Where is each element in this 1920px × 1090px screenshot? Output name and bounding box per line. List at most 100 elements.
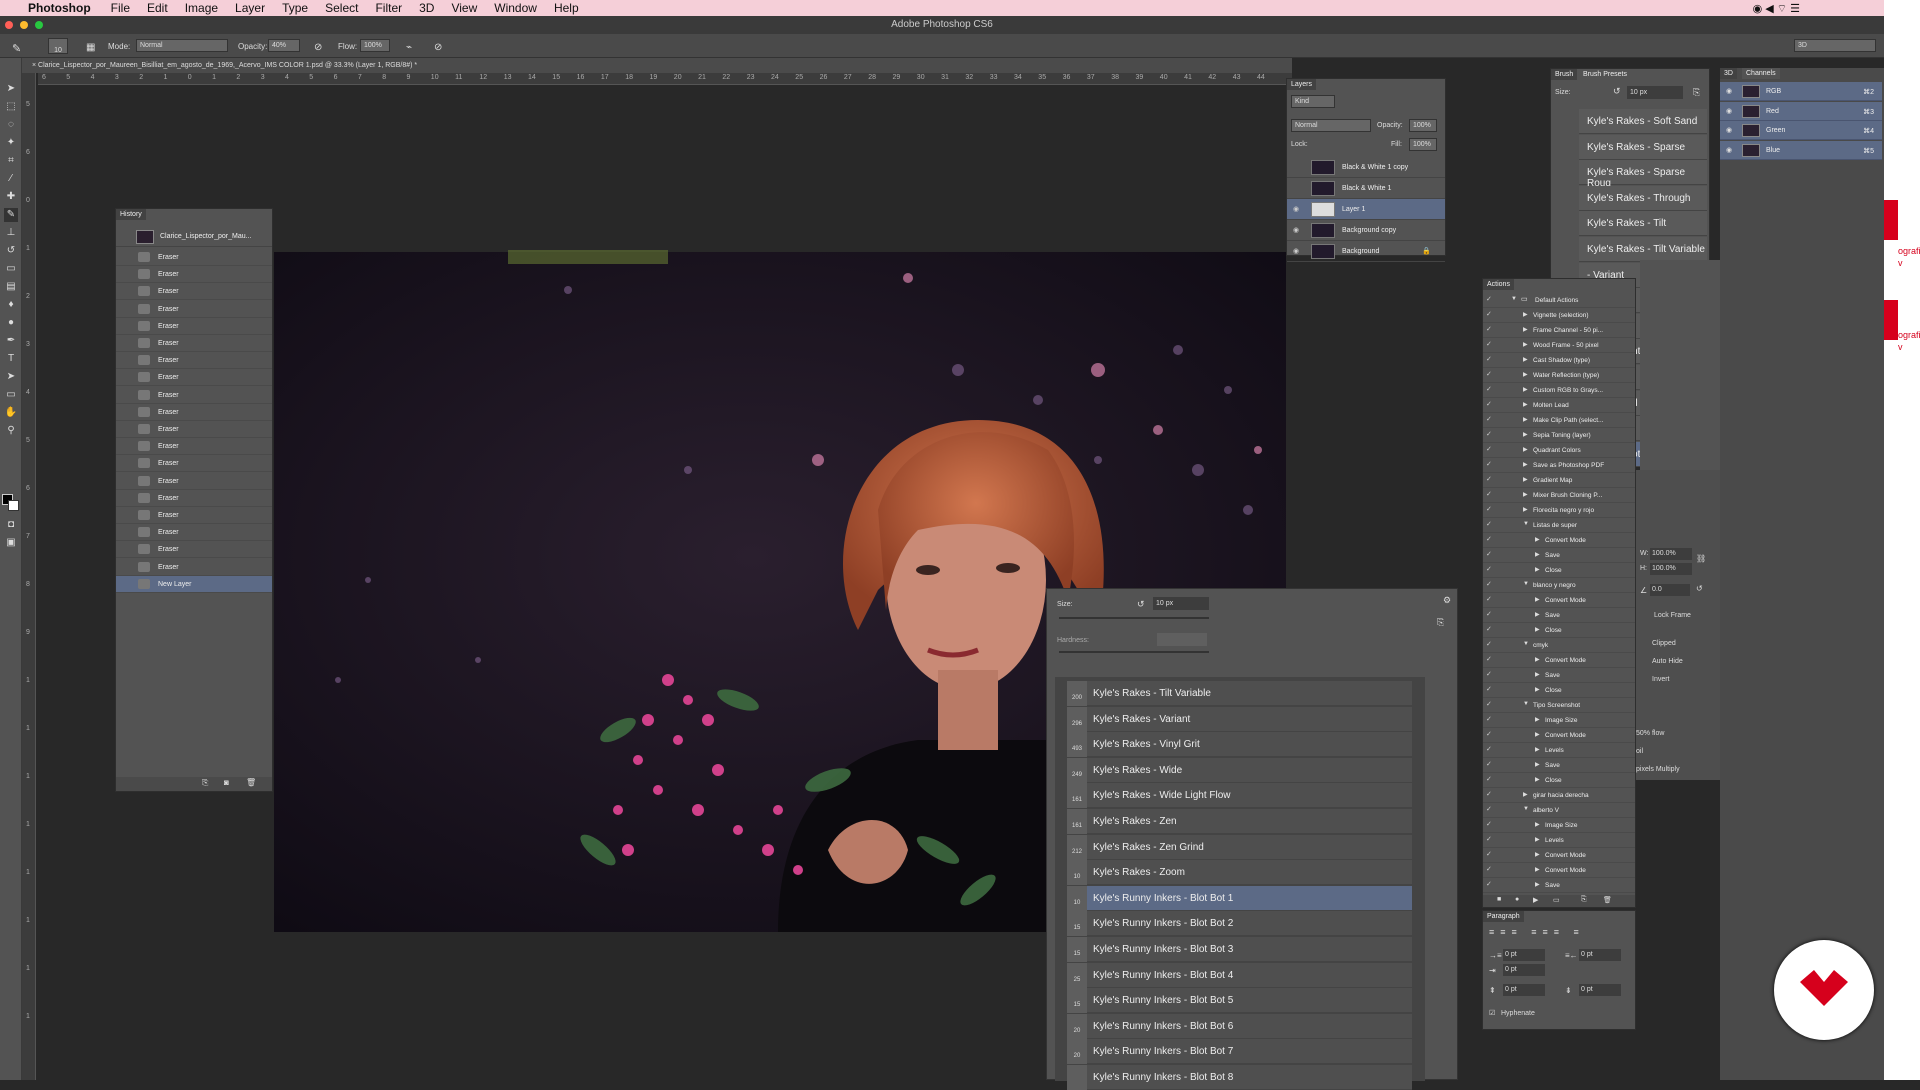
stamp-tool-icon[interactable]: ⊥ <box>4 226 18 240</box>
action-row[interactable]: ✓ ▶ Florecita negro y rojo <box>1483 503 1635 518</box>
expand-triangle-icon[interactable]: ▶ <box>1523 446 1528 453</box>
action-checkmark-icon[interactable]: ✓ <box>1486 535 1492 543</box>
history-state[interactable]: Eraser <box>116 301 272 318</box>
action-checkmark-icon[interactable]: ✓ <box>1486 670 1492 678</box>
history-state[interactable]: New Layer <box>116 575 272 593</box>
action-row[interactable]: ✓ ▶ Wood Frame - 50 pixel <box>1483 338 1635 353</box>
history-tab[interactable]: History <box>116 209 146 220</box>
action-row[interactable]: ✓ ▶ Convert Mode <box>1483 533 1635 548</box>
action-row[interactable]: ✓ ▶ Save <box>1483 758 1635 773</box>
visibility-eye-icon[interactable]: ◉ <box>1726 126 1732 134</box>
expand-triangle-icon[interactable]: ▶ <box>1523 311 1528 318</box>
action-checkmark-icon[interactable]: ✓ <box>1486 475 1492 483</box>
healing-tool-icon[interactable]: ✚ <box>4 190 18 204</box>
brush-preset-row[interactable]: Kyle's Rakes - Sparse Roug <box>1579 160 1707 189</box>
channel-row[interactable]: ◉ Red ⌘3 <box>1720 101 1882 121</box>
marquee-tool-icon[interactable]: ⬚ <box>4 100 18 114</box>
action-checkmark-icon[interactable]: ✓ <box>1486 865 1492 873</box>
hand-tool-icon[interactable]: ✋ <box>4 406 18 420</box>
expand-triangle-icon[interactable]: ▶ <box>1535 866 1540 873</box>
new-document-from-state-icon[interactable]: ⎘ <box>202 778 208 788</box>
brush-preset-item[interactable]: 249 Kyle's Rakes - Wide <box>1067 757 1412 783</box>
camera-icon[interactable]: ◙ <box>224 778 229 787</box>
action-row[interactable]: ✓ ▶ Quadrant Colors <box>1483 443 1635 458</box>
brush-preset-row[interactable]: Kyle's Rakes - Through <box>1579 185 1707 211</box>
alignment-buttons[interactable]: ≡≡≡ ≡≡≡ ≡ <box>1489 927 1585 937</box>
flow-field[interactable]: 100% <box>360 39 390 52</box>
expand-triangle-icon[interactable]: ▶ <box>1535 881 1540 888</box>
action-checkmark-icon[interactable]: ✓ <box>1486 385 1492 393</box>
action-checkmark-icon[interactable]: ✓ <box>1486 640 1492 648</box>
brush-preset-item[interactable]: 20 Kyle's Runny Inkers - Blot Bot 6 <box>1067 1013 1412 1039</box>
link-scale-icon[interactable]: ⛓ <box>1696 554 1706 563</box>
brush-preset-row[interactable]: Kyle's Rakes - Tilt Variable <box>1579 237 1707 262</box>
layer-row[interactable]: ◉ Layer 1 <box>1287 199 1445 220</box>
history-state[interactable]: Eraser <box>116 507 272 524</box>
action-checkmark-icon[interactable]: ✓ <box>1486 295 1492 303</box>
popup-hardness-field[interactable] <box>1157 633 1207 646</box>
visibility-eye-icon[interactable] <box>1293 163 1301 171</box>
history-state[interactable]: Eraser <box>116 369 272 387</box>
action-row[interactable]: ✓ ▶ Custom RGB to Grays... <box>1483 383 1635 398</box>
brush-preset-item[interactable]: 161 Kyle's Rakes - Wide Light Flow <box>1067 783 1412 809</box>
visibility-eye-icon[interactable]: ◉ <box>1293 226 1301 234</box>
channels-tab[interactable]: Channels <box>1742 68 1780 79</box>
expand-triangle-icon[interactable]: ▶ <box>1523 491 1528 498</box>
action-checkmark-icon[interactable]: ✓ <box>1486 430 1492 438</box>
action-row[interactable]: ✓ ▼ ▭ Default Actions <box>1483 293 1635 308</box>
expand-triangle-icon[interactable]: ▼ <box>1523 581 1529 587</box>
action-row[interactable]: ✓ ▶ Gradient Map <box>1483 473 1635 488</box>
layer-blend-mode[interactable]: Normal <box>1291 119 1371 132</box>
eraser-tool-icon[interactable]: ▭ <box>4 262 18 276</box>
action-row[interactable]: ✓ ▶ girar hacia derecha <box>1483 788 1635 803</box>
opacity-field[interactable]: 40% <box>268 39 300 52</box>
expand-triangle-icon[interactable]: ▶ <box>1535 731 1540 738</box>
width-scale-field[interactable]: 100.0% <box>1650 548 1692 560</box>
expand-triangle-icon[interactable]: ▼ <box>1511 296 1517 302</box>
menu-window[interactable]: Window <box>494 1 537 15</box>
visibility-eye-icon[interactable]: ◉ <box>1293 205 1301 213</box>
expand-triangle-icon[interactable]: ▼ <box>1523 806 1529 812</box>
action-row[interactable]: ✓ ▶ Save <box>1483 608 1635 623</box>
expand-triangle-icon[interactable]: ▶ <box>1535 536 1540 543</box>
brush-preset-item[interactable]: Kyle's Runny Inkers - Blot Bot 8 <box>1067 1065 1412 1090</box>
action-row[interactable]: ✓ ▶ Save <box>1483 668 1635 683</box>
move-tool-icon[interactable]: ➤ <box>4 82 18 96</box>
pen-tool-icon[interactable]: ✒ <box>4 334 18 348</box>
action-row[interactable]: ✓ ▶ Save <box>1483 548 1635 563</box>
action-row[interactable]: ✓ ▶ Vignette (selection) <box>1483 308 1635 323</box>
layer-kind-filter[interactable]: Kind <box>1291 95 1335 108</box>
visibility-eye-icon[interactable]: ◉ <box>1726 87 1732 95</box>
history-state[interactable]: Eraser <box>116 421 272 438</box>
channel-row[interactable]: ◉ Green ⌘4 <box>1720 121 1882 141</box>
hyphenate-checkbox-icon[interactable]: ☑ <box>1489 1009 1495 1017</box>
expand-triangle-icon[interactable]: ▶ <box>1523 386 1528 393</box>
action-row[interactable]: ✓ ▶ Convert Mode <box>1483 863 1635 878</box>
new-set-icon[interactable]: ▭ <box>1553 896 1560 904</box>
expand-triangle-icon[interactable]: ▶ <box>1535 716 1540 723</box>
visibility-eye-icon[interactable]: ◉ <box>1726 146 1732 154</box>
channel-row[interactable]: ◉ RGB ⌘2 <box>1720 82 1882 101</box>
menu-help[interactable]: Help <box>554 1 579 15</box>
history-state[interactable]: Eraser <box>116 335 272 352</box>
layers-tab[interactable]: Layers <box>1287 79 1317 90</box>
pressure-size-icon[interactable]: ⊘ <box>434 42 442 53</box>
expand-triangle-icon[interactable]: ▶ <box>1523 371 1528 378</box>
popup-size-field[interactable]: 10 px <box>1153 597 1209 610</box>
brush-preset-item[interactable]: 10 Kyle's Runny Inkers - Blot Bot 1 <box>1067 885 1412 911</box>
brush-preset-row[interactable]: Kyle's Rakes - Sparse <box>1579 134 1707 160</box>
action-checkmark-icon[interactable]: ✓ <box>1486 730 1492 738</box>
brush-preset-item[interactable]: 161 Kyle's Rakes - Zen <box>1067 809 1412 834</box>
layer-row[interactable]: Black & White 1 copy <box>1287 157 1445 178</box>
lock-frame-checkbox[interactable]: Lock Frame <box>1654 612 1691 619</box>
action-row[interactable]: ✓ ▶ Close <box>1483 563 1635 578</box>
record-icon[interactable]: ● <box>1515 896 1519 903</box>
action-checkmark-icon[interactable]: ✓ <box>1486 790 1492 798</box>
action-checkmark-icon[interactable]: ✓ <box>1486 520 1492 528</box>
action-checkmark-icon[interactable]: ✓ <box>1486 760 1492 768</box>
brush-tool-icon[interactable]: ✎ <box>12 42 21 55</box>
action-row[interactable]: ✓ ▼ Listas de super <box>1483 518 1635 533</box>
quick-select-tool-icon[interactable]: ✦ <box>4 136 18 150</box>
actions-tab[interactable]: Actions <box>1483 279 1514 290</box>
visibility-eye-icon[interactable]: ◉ <box>1726 107 1732 115</box>
